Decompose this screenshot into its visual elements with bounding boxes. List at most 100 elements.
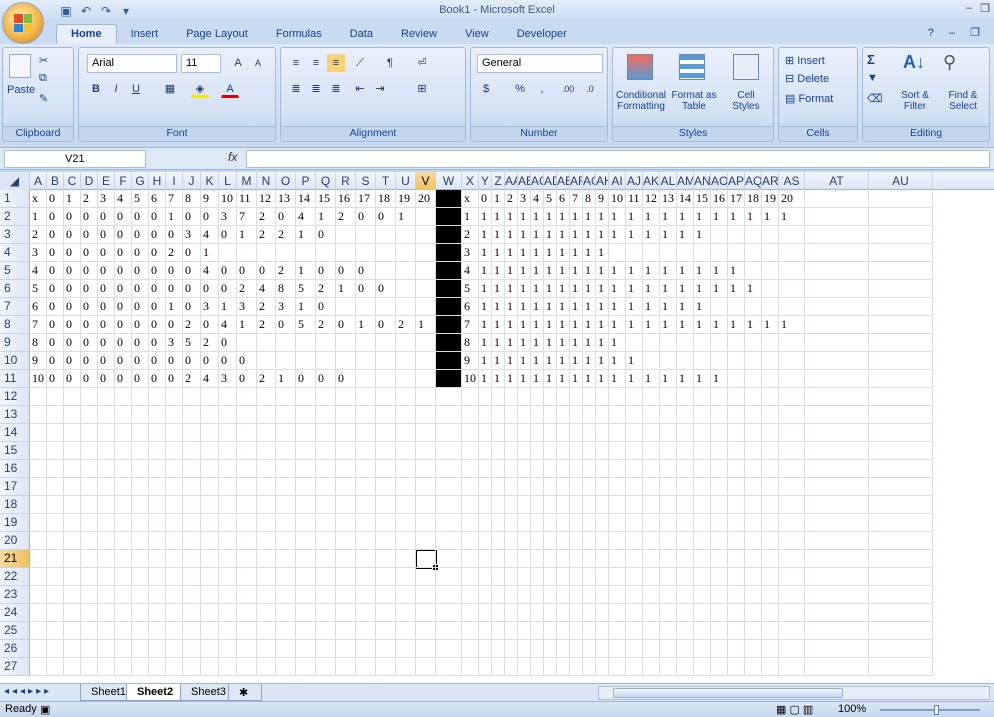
cell[interactable] [505,406,518,424]
cell[interactable]: 0 [166,280,183,298]
cell[interactable] [47,388,64,406]
cell[interactable]: 1 [518,226,531,244]
cell[interactable] [47,622,64,640]
underline-button[interactable]: U [127,80,145,98]
cell[interactable] [762,370,779,388]
cell[interactable] [462,514,479,532]
cell[interactable] [396,532,416,550]
cell[interactable]: 0 [47,352,64,370]
restore-icon[interactable]: ❐ [980,2,990,15]
cell[interactable] [149,496,166,514]
cell[interactable] [805,622,869,640]
row-header[interactable]: 21 [0,550,30,568]
tab-review[interactable]: Review [387,25,451,44]
cell[interactable]: 0 [183,244,201,262]
cell[interactable]: 1 [609,208,626,226]
row-header[interactable]: 1 [0,190,30,208]
cell[interactable]: 5 [30,280,47,298]
cell[interactable]: 1 [557,226,570,244]
cell[interactable]: 1 [596,226,609,244]
cell[interactable] [694,532,711,550]
cell[interactable]: 1 [356,316,376,334]
cell[interactable] [416,640,436,658]
cell[interactable] [166,442,183,460]
cell[interactable]: 0 [316,226,336,244]
cell[interactable] [436,388,462,406]
cell[interactable]: 3 [237,298,257,316]
cell[interactable]: 1 [518,262,531,280]
cell[interactable] [626,424,643,442]
tab-page-layout[interactable]: Page Layout [172,25,262,44]
cell[interactable] [81,496,98,514]
cell[interactable]: 1 [677,226,694,244]
cell[interactable]: 2 [316,280,336,298]
cell[interactable] [183,586,201,604]
cell[interactable]: 1 [505,298,518,316]
cell[interactable] [583,640,596,658]
cell[interactable] [762,280,779,298]
cell[interactable] [869,514,933,532]
cell[interactable] [396,658,416,676]
cell[interactable] [728,442,745,460]
cell[interactable] [219,568,237,586]
cell[interactable] [30,514,47,532]
cell[interactable] [396,226,416,244]
cell[interactable] [805,190,869,208]
cell[interactable] [81,622,98,640]
cell[interactable] [98,424,115,442]
cell[interactable]: 0 [98,226,115,244]
cell[interactable] [694,442,711,460]
cell[interactable]: 1 [643,262,660,280]
cell[interactable]: 0 [356,208,376,226]
cell[interactable]: 0 [316,370,336,388]
cell[interactable] [201,388,219,406]
cell[interactable] [626,244,643,262]
cell[interactable] [492,622,505,640]
cell[interactable]: 17 [356,190,376,208]
cell[interactable] [762,568,779,586]
cell[interactable]: 0 [115,244,132,262]
cell[interactable] [316,244,336,262]
cell[interactable] [296,352,316,370]
cell[interactable] [570,442,583,460]
cell[interactable]: 1 [505,370,518,388]
cell[interactable]: 3 [276,298,296,316]
cell[interactable] [779,604,805,622]
cell[interactable] [531,622,544,640]
cell[interactable] [869,298,933,316]
cell[interactable]: 1 [531,352,544,370]
cell[interactable] [336,406,356,424]
cell[interactable] [276,442,296,460]
cell[interactable] [276,406,296,424]
cell[interactable] [115,622,132,640]
cell[interactable]: 1 [557,316,570,334]
cell[interactable] [596,532,609,550]
cell[interactable] [596,568,609,586]
cell[interactable] [492,460,505,478]
cell[interactable]: 1 [296,226,316,244]
cell[interactable] [416,298,436,316]
cell[interactable]: 1 [643,226,660,244]
cell[interactable] [149,532,166,550]
cell[interactable] [276,424,296,442]
cell[interactable] [98,640,115,658]
cell[interactable] [869,658,933,676]
cell[interactable] [436,442,462,460]
cell[interactable] [396,640,416,658]
cell[interactable] [677,514,694,532]
cell[interactable]: 1 [479,244,492,262]
cell[interactable] [47,442,64,460]
macro-record-icon[interactable]: ▣ [40,703,50,716]
cell[interactable]: 1 [609,316,626,334]
cell[interactable] [711,460,728,478]
cell[interactable]: 1 [694,316,711,334]
cell[interactable] [544,460,557,478]
column-header[interactable]: D [81,172,98,190]
cell[interactable]: 1 [583,208,596,226]
cell[interactable]: 2 [81,190,98,208]
cell[interactable] [531,496,544,514]
cell[interactable]: 1 [557,370,570,388]
cell[interactable] [643,622,660,640]
cell[interactable]: 1 [643,370,660,388]
cell[interactable] [201,586,219,604]
